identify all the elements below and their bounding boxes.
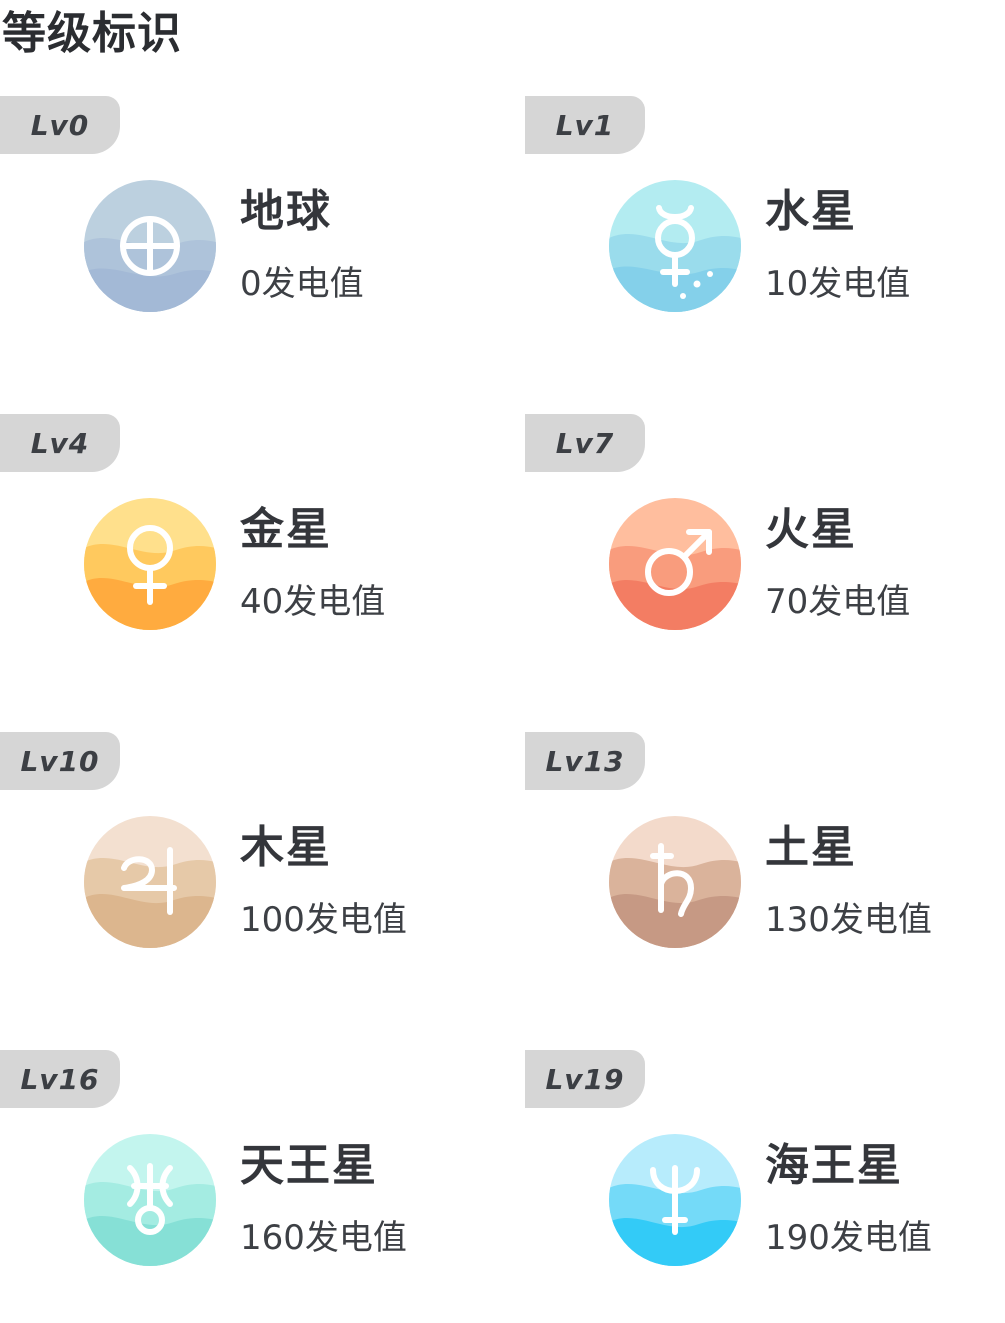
level-badge-label: Lv4 bbox=[30, 426, 90, 460]
planet-name: 水星 bbox=[765, 186, 857, 237]
level-card-lv1: Lv1 水星 10发电值 bbox=[525, 96, 1005, 326]
level-badge: Lv4 bbox=[0, 414, 120, 472]
level-badge-label: Lv0 bbox=[30, 108, 90, 142]
planet-points: 40发电值 bbox=[240, 582, 386, 622]
level-badge-label: Lv1 bbox=[555, 108, 615, 142]
planet-name: 火星 bbox=[765, 504, 857, 555]
level-badge: Lv0 bbox=[0, 96, 120, 154]
earth-symbol-icon bbox=[84, 180, 216, 312]
planet-points: 130发电值 bbox=[765, 900, 932, 940]
planet-points: 0发电值 bbox=[240, 264, 364, 304]
mars-symbol-icon bbox=[609, 498, 741, 630]
planet-points: 100发电值 bbox=[240, 900, 407, 940]
level-card-lv10: Lv10 木星 100发电值 bbox=[0, 732, 500, 962]
level-card-lv4: Lv4 金星 40发电值 bbox=[0, 414, 500, 644]
level-badge-label: Lv16 bbox=[20, 1062, 100, 1096]
venus-symbol-icon bbox=[84, 498, 216, 630]
page-title: 等级标识 bbox=[2, 8, 182, 59]
planet-points: 10发电值 bbox=[765, 264, 911, 304]
planet-name: 土星 bbox=[765, 822, 857, 873]
level-badge: Lv1 bbox=[525, 96, 645, 154]
level-badge: Lv16 bbox=[0, 1050, 120, 1108]
level-card-lv16: Lv16 天王星 160发电值 bbox=[0, 1050, 500, 1280]
level-card-lv13: Lv13 土星 130发电值 bbox=[525, 732, 1005, 962]
planet-name: 地球 bbox=[240, 186, 332, 237]
planet-points: 70发电值 bbox=[765, 582, 911, 622]
planet-name: 海王星 bbox=[765, 1140, 903, 1191]
mercury-symbol-icon bbox=[609, 180, 741, 312]
level-badge-label: Lv19 bbox=[545, 1062, 625, 1096]
level-badge: Lv13 bbox=[525, 732, 645, 790]
level-card-lv19: Lv19 海王星 190发电值 bbox=[525, 1050, 1005, 1280]
level-card-lv7: Lv7 火星 70发电值 bbox=[525, 414, 1005, 644]
planet-name: 木星 bbox=[240, 822, 332, 873]
planet-name: 天王星 bbox=[240, 1140, 378, 1191]
level-badge-label: Lv13 bbox=[545, 744, 625, 778]
planet-points: 190发电值 bbox=[765, 1218, 932, 1258]
saturn-symbol-icon bbox=[609, 816, 741, 948]
level-badge: Lv7 bbox=[525, 414, 645, 472]
jupiter-symbol-icon bbox=[84, 816, 216, 948]
level-badge-label: Lv10 bbox=[20, 744, 100, 778]
neptune-symbol-icon bbox=[609, 1134, 741, 1266]
level-card-lv0: Lv0 地球 0发电值 bbox=[0, 96, 500, 326]
level-badge: Lv19 bbox=[525, 1050, 645, 1108]
uranus-symbol-icon bbox=[84, 1134, 216, 1266]
level-badge: Lv10 bbox=[0, 732, 120, 790]
planet-points: 160发电值 bbox=[240, 1218, 407, 1258]
level-badge-label: Lv7 bbox=[555, 426, 615, 460]
planet-name: 金星 bbox=[240, 504, 332, 555]
